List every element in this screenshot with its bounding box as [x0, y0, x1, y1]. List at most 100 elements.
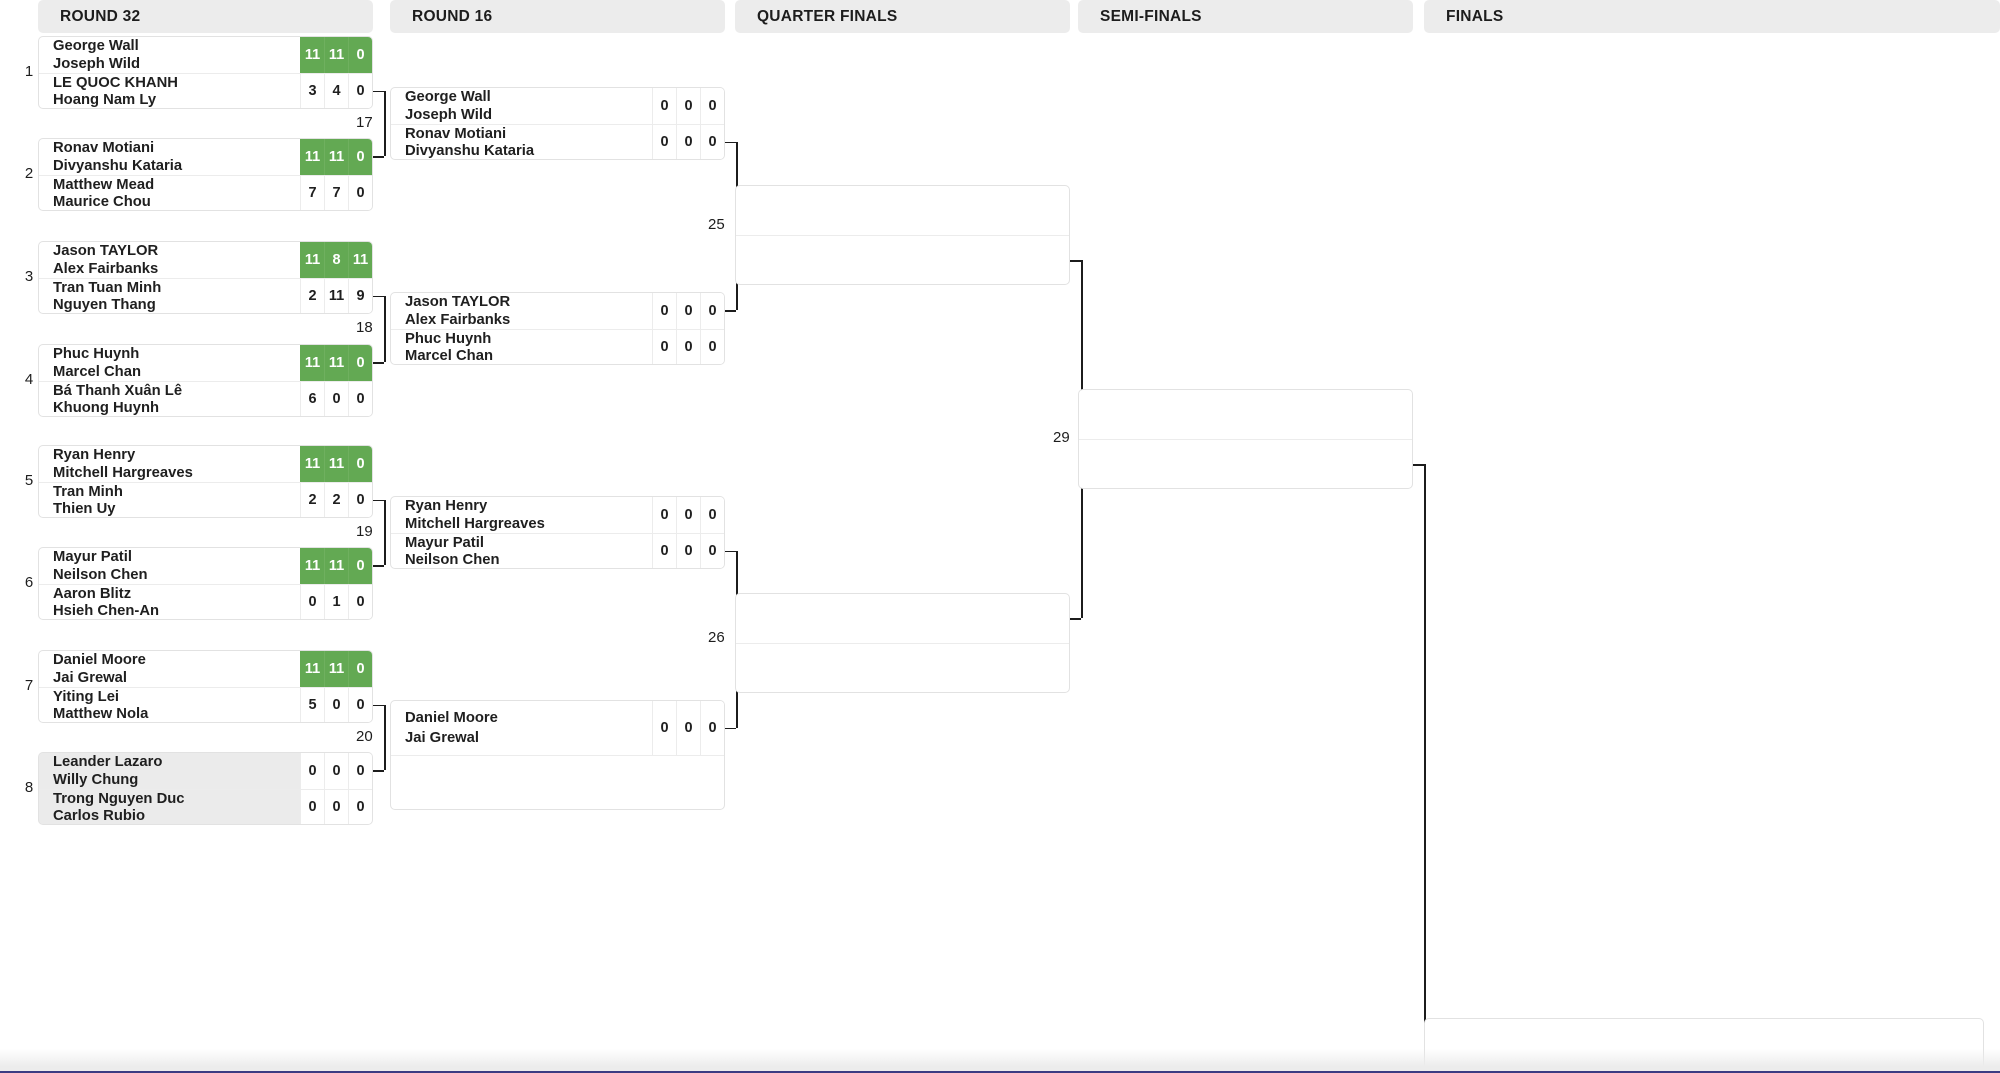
match-team-row[interactable]: George Wall Joseph Wild 11 11 0	[39, 37, 372, 73]
player-name-primary: Ronav Motiani	[53, 140, 155, 156]
connector-in-bottom	[725, 310, 736, 312]
score-cell: 0	[324, 753, 348, 789]
match-team-row[interactable]: Daniel Moore Jai Grewal 11 11 0	[39, 651, 372, 687]
match-team-row[interactable]: Phuc Huynh Marcel Chan 0 0 0	[391, 328, 724, 364]
team-score-cells: 11 8 11	[300, 242, 372, 278]
player-name-primary: Ryan Henry	[53, 447, 136, 463]
team-player-names	[1425, 1019, 1983, 1068]
match-team-row[interactable]: Jason TAYLOR Alex Fairbanks 11 8 11	[39, 242, 372, 278]
score-cell: 0	[348, 175, 372, 210]
match-card-r32-1[interactable]: George Wall Joseph Wild 11 11 0 LE QUOC KHANH…	[38, 36, 373, 109]
match-card-r32-7[interactable]: Daniel Moore Jai Grewal 11 11 0 Yiting Lei Mat…	[38, 650, 373, 723]
player-name-secondary: Carlos Rubio	[53, 808, 146, 824]
match-card-r32-5[interactable]: Ryan Henry Mitchell Hargreaves 11 11 0 Tran M…	[38, 445, 373, 518]
team-player-names: Trong Nguyen Duc Carlos Rubio	[39, 790, 300, 825]
match-team-row[interactable]: Aaron Blitz Hsieh Chen-An 0 1 0	[39, 583, 372, 619]
match-team-row[interactable]	[391, 755, 724, 809]
match-card-r16-1[interactable]: George Wall Joseph Wild 0 0 0 Ronav Motiani Di…	[390, 87, 725, 160]
score-cell: 0	[348, 753, 372, 789]
player-name-primary: George Wall	[405, 89, 491, 105]
team-score-cells: 000	[652, 497, 724, 533]
match-card-r16-3[interactable]: Ryan Henry Mitchell Hargreaves 0 0 0 Mayur Pa…	[390, 496, 725, 569]
match-card-r32-6[interactable]: Mayur Patil Neilson Chen 11 11 0 Aaron Blitz H…	[38, 547, 373, 620]
score-cell: 0	[700, 533, 724, 568]
team-score-cells: 11 11 0	[300, 139, 372, 175]
team-score-cells: 000	[300, 789, 372, 824]
match-card-qf-1[interactable]	[735, 185, 1070, 285]
match-team-row[interactable]	[736, 186, 1069, 235]
match-team-row[interactable]: Bá Thanh Xuân Lê Khuong Huynh 6 0 0	[39, 380, 372, 416]
round-header-label: FINALS	[1446, 7, 1504, 25]
player-name-secondary: Marcel Chan	[53, 364, 141, 381]
team-player-names: George Wall Joseph Wild	[391, 88, 652, 124]
team-score-cells: 000	[300, 753, 372, 789]
player-name-primary: Bá Thanh Xuân Lê	[53, 382, 183, 399]
team-player-names: Phuc Huynh Marcel Chan	[39, 345, 300, 381]
match-card-r32-2[interactable]: Ronav Motiani Divyanshu Kataria 11 11 0 Matth…	[38, 138, 373, 211]
match-team-row[interactable]: Tran Tuan Minh Nguyen Thang 2 11 9	[39, 277, 372, 313]
match-number-20: 20	[356, 727, 373, 745]
score-cell: 4	[324, 73, 348, 108]
match-team-row[interactable]: Jason TAYLOR Alex Fairbanks 0 0 0	[391, 293, 724, 329]
score-cell: 0	[300, 584, 324, 619]
team-player-names	[736, 186, 1069, 235]
match-team-row[interactable]: LE QUOC KHANH Hoang Nam Ly 3 4 0	[39, 72, 372, 108]
match-team-row[interactable]: Daniel Moore Jai Grewal 0 0 0	[391, 701, 724, 755]
match-card-qf-2[interactable]	[735, 593, 1070, 693]
player-name-secondary: Jai Grewal	[53, 670, 128, 687]
match-card-final-1[interactable]	[1424, 1018, 1984, 1073]
connector-in-top	[1070, 260, 1081, 262]
match-card-r32-3[interactable]: Jason TAYLOR Alex Fairbanks 11 8 11 Tran Tuan…	[38, 241, 373, 314]
score-cell: 2	[300, 278, 324, 313]
match-team-row[interactable]: Mayur Patil Neilson Chen 0 0 0	[391, 532, 724, 568]
player-name-secondary: Alex Fairbanks	[405, 312, 511, 329]
match-card-r32-8[interactable]: Leander Lazaro Willy Chung 0 0 0 Trong Nguyen…	[38, 752, 373, 825]
team-player-names	[1079, 390, 1412, 439]
match-team-row[interactable]: Mayur Patil Neilson Chen 11 11 0	[39, 548, 372, 584]
team-player-names: George Wall Joseph Wild	[39, 37, 300, 73]
match-team-row[interactable]	[736, 235, 1069, 284]
connector-in-top	[373, 499, 384, 502]
match-number-29: 29	[1053, 429, 1070, 446]
match-team-row[interactable]: Ryan Henry Mitchell Hargreaves 0 0 0	[391, 497, 724, 533]
score-cell: 0	[676, 88, 700, 124]
match-team-row[interactable]	[1079, 390, 1412, 439]
team-score-cells: 000	[652, 88, 724, 124]
match-team-row[interactable]: Tran Minh Thien Uy 2 2 0	[39, 481, 372, 518]
score-cell: 11	[300, 37, 324, 73]
player-name-secondary: Divyanshu Kataria	[405, 143, 535, 159]
match-team-row[interactable]: Ronav Motiani Divyanshu Kataria 0 0 0	[391, 123, 724, 159]
match-team-row[interactable]	[1079, 439, 1412, 488]
connector-spine-r32-2	[384, 295, 386, 363]
match-card-r32-4[interactable]: Phuc Huynh Marcel Chan 11 11 0 Bá Thanh Xuân …	[38, 344, 373, 417]
match-team-row[interactable]	[736, 643, 1069, 692]
match-team-row[interactable]	[736, 594, 1069, 643]
match-number-17: 17	[356, 113, 373, 131]
score-cell: 0	[348, 687, 372, 722]
match-team-row[interactable]: Phuc Huynh Marcel Chan 11 11 0	[39, 345, 372, 381]
team-score-cells: 11 11 0	[300, 651, 372, 687]
team-player-names: Tran Minh Thien Uy	[39, 483, 300, 518]
team-score-cells: 11 11 0	[300, 345, 372, 381]
match-card-r16-4[interactable]: Daniel Moore Jai Grewal 0 0 0	[390, 700, 725, 810]
score-cell: 0	[300, 753, 324, 789]
score-cell: 11	[348, 242, 372, 278]
match-card-sf-1[interactable]	[1078, 389, 1413, 489]
score-cell: 0	[700, 329, 724, 364]
match-card-r16-2[interactable]: Jason TAYLOR Alex Fairbanks 0 0 0 Phuc Huynh M…	[390, 292, 725, 365]
match-team-row[interactable]: Trong Nguyen Duc Carlos Rubio 0 0 0	[39, 788, 372, 825]
player-name-secondary: Divyanshu Kataria	[53, 158, 183, 175]
match-team-row[interactable]: George Wall Joseph Wild 0 0 0	[391, 88, 724, 124]
match-team-row[interactable]: Matthew Mead Maurice Chou 7 7 0	[39, 174, 372, 210]
match-number-25: 25	[708, 216, 725, 233]
seed-number-2: 2	[24, 164, 34, 182]
score-cell: 0	[324, 789, 348, 824]
match-team-row[interactable]: Yiting Lei Matthew Nola 5 0 0	[39, 686, 372, 722]
score-cell: 3	[300, 73, 324, 108]
match-team-row[interactable]: Ryan Henry Mitchell Hargreaves 11 11 0	[39, 446, 372, 482]
seed-number-5: 5	[24, 471, 34, 489]
match-team-row[interactable]: Ronav Motiani Divyanshu Kataria 11 11 0	[39, 139, 372, 175]
match-team-row[interactable]	[1425, 1019, 1983, 1068]
connector-spine-r32-1	[384, 90, 386, 157]
match-team-row[interactable]: Leander Lazaro Willy Chung 0 0 0	[39, 753, 372, 789]
